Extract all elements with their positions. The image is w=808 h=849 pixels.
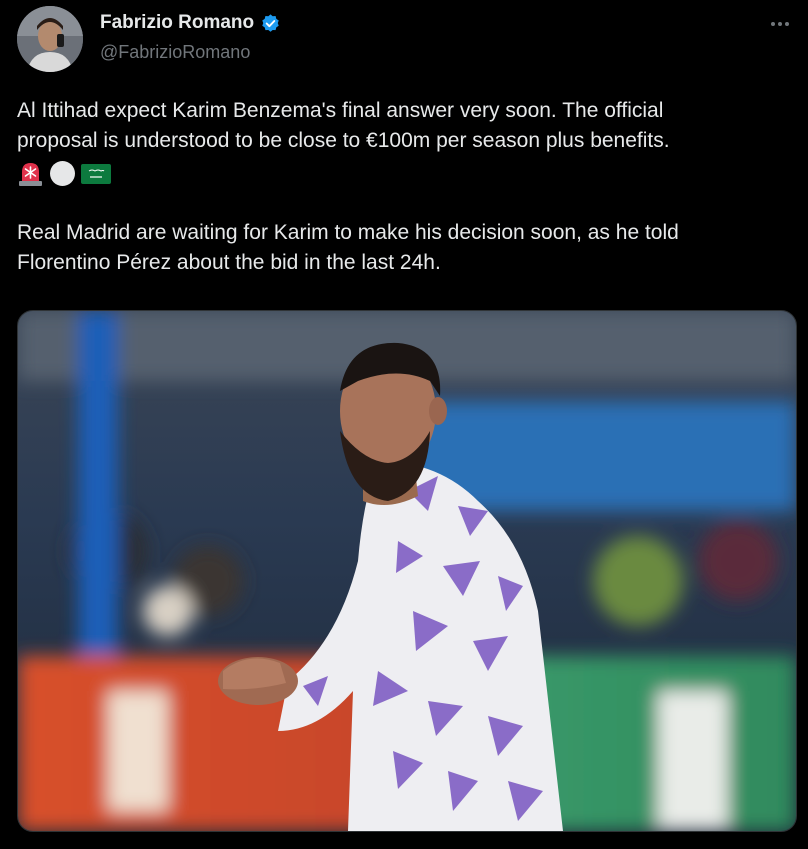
verified-badge-icon (260, 13, 281, 34)
rotating-light-emoji (17, 160, 44, 187)
tweet-line: Florentino Pérez about the bid in the la… (17, 251, 441, 274)
avatar-image (17, 6, 83, 72)
tweet-photo[interactable] (17, 310, 797, 832)
tweet-line: Real Madrid are waiting for Karim to mak… (17, 221, 679, 244)
author-handle[interactable]: @FabrizioRomano (100, 42, 250, 63)
saudi-arabia-flag-emoji (81, 160, 111, 187)
tweet-text: Al Ittihad expect Karim Benzema's final … (17, 96, 792, 278)
author-name-row[interactable]: Fabrizio Romano (100, 12, 281, 34)
more-options-icon[interactable] (768, 16, 792, 32)
avatar[interactable] (17, 6, 83, 72)
tweet-line: proposal is understood to be close to €1… (17, 129, 670, 152)
tweet-line: Al Ittihad expect Karim Benzema's final … (17, 99, 664, 122)
emoji-row (17, 158, 792, 188)
author-display-name[interactable]: Fabrizio Romano (100, 12, 254, 34)
tweet: Fabrizio Romano @FabrizioRomano Al Ittih… (0, 0, 808, 849)
white-circle-emoji (49, 160, 76, 187)
photo-player-warming-up (18, 311, 796, 831)
